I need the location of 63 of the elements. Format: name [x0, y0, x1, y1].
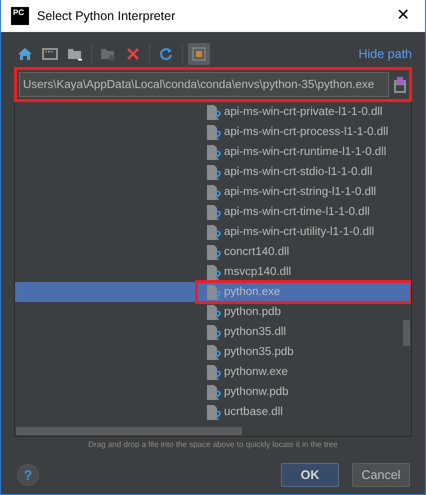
- folder-icon: [67, 46, 83, 62]
- file-name: api-ms-win-crt-utility-l1-1-0.dll: [224, 224, 374, 240]
- file-name: pythonw.exe: [224, 364, 288, 380]
- tree-item[interactable]: api-ms-win-crt-runtime-l1-1-0.dll: [15, 142, 411, 162]
- unknown-file-icon: [206, 364, 222, 381]
- tree-item[interactable]: python35.pdb: [15, 342, 411, 362]
- tree-item[interactable]: pythonw.pdb: [15, 382, 411, 402]
- tree-item[interactable]: python35.dll: [15, 322, 411, 342]
- toolbar-button[interactable]: [188, 43, 210, 65]
- vertical-scrollbar[interactable]: [403, 320, 410, 346]
- folder-icon: [100, 46, 116, 62]
- tree-item[interactable]: api-ms-win-crt-utility-l1-1-0.dll: [15, 222, 411, 242]
- file-name: pythonw.pdb: [224, 384, 289, 400]
- file-name: msvcp140.dll: [224, 264, 292, 280]
- file-name: api-ms-win-crt-stdio-l1-1-0.dll: [224, 164, 372, 180]
- file-name: concrt140.dll: [224, 244, 290, 260]
- tree-item[interactable]: api-ms-win-crt-private-l1-1-0.dll: [15, 102, 411, 122]
- window-title: Select Python Interpreter: [37, 8, 176, 25]
- unknown-file-icon: [206, 224, 222, 241]
- tree-item[interactable]: api-ms-win-crt-time-l1-1-0.dll: [15, 202, 411, 222]
- unknown-file-icon: [206, 264, 222, 281]
- unknown-file-icon: [206, 104, 222, 121]
- file-name: ucrtbase.dll: [224, 404, 283, 420]
- file-name: api-ms-win-crt-runtime-l1-1-0.dll: [224, 144, 386, 160]
- dialog-button[interactable]: OK: [281, 463, 339, 488]
- file-name: python35.dll: [224, 324, 286, 340]
- tree-item[interactable]: api-ms-win-crt-process-l1-1-0.dll: [15, 122, 411, 142]
- hint-text: Drag and drop a file into the space above to quickly locate it in the tree: [87, 439, 339, 450]
- hide-path-link[interactable]: Hide path: [358, 44, 412, 64]
- app-logo: PC: [11, 7, 29, 25]
- tree-item[interactable]: python.pdb: [15, 302, 411, 322]
- unknown-file-icon: [206, 304, 222, 321]
- file-name: python35.pdb: [224, 344, 294, 360]
- path-field[interactable]: Users\Kaya\AppData\Local\conda\conda\envs\python-35\python.exe: [19, 72, 389, 98]
- unknown-file-icon: [206, 124, 222, 141]
- tree-item[interactable]: pythonw.exe: [15, 362, 411, 382]
- tree-item[interactable]: msvcp140.dll: [15, 262, 411, 282]
- delete-icon: [125, 46, 141, 62]
- unknown-file-icon: [206, 184, 222, 201]
- horizontal-scrollbar[interactable]: [16, 427, 242, 436]
- dialog-button[interactable]: Cancel: [352, 463, 410, 488]
- unknown-file-icon: [206, 324, 222, 341]
- file-name: api-ms-win-crt-string-l1-1-0.dll: [224, 184, 376, 200]
- file-name: api-ms-win-crt-time-l1-1-0.dll: [224, 204, 370, 220]
- refresh-icon: [158, 46, 174, 62]
- tree-item[interactable]: concrt140.dll: [15, 242, 411, 262]
- tree-item[interactable]: api-ms-win-crt-string-l1-1-0.dll: [15, 182, 411, 202]
- file-name: python.exe: [224, 284, 280, 300]
- unknown-file-icon: [206, 204, 222, 221]
- unknown-file-icon: [206, 144, 222, 161]
- tree-item[interactable]: api-ms-win-crt-stdio-l1-1-0.dll: [15, 162, 411, 182]
- unknown-file-icon: [206, 344, 222, 361]
- unknown-file-icon: [206, 164, 222, 181]
- unknown-file-icon: [206, 284, 222, 301]
- file-name: api-ms-win-crt-private-l1-1-0.dll: [224, 104, 382, 120]
- unknown-file-icon: [206, 244, 222, 261]
- tree-item[interactable]: ucrtbase.dll: [15, 402, 411, 422]
- monitor-icon: [42, 46, 58, 62]
- home-icon: [17, 46, 33, 62]
- file-name: python.pdb: [224, 304, 281, 320]
- file-name: api-ms-win-crt-process-l1-1-0.dll: [224, 124, 388, 140]
- unknown-file-icon: [206, 404, 222, 421]
- unknown-file-icon: [206, 384, 222, 401]
